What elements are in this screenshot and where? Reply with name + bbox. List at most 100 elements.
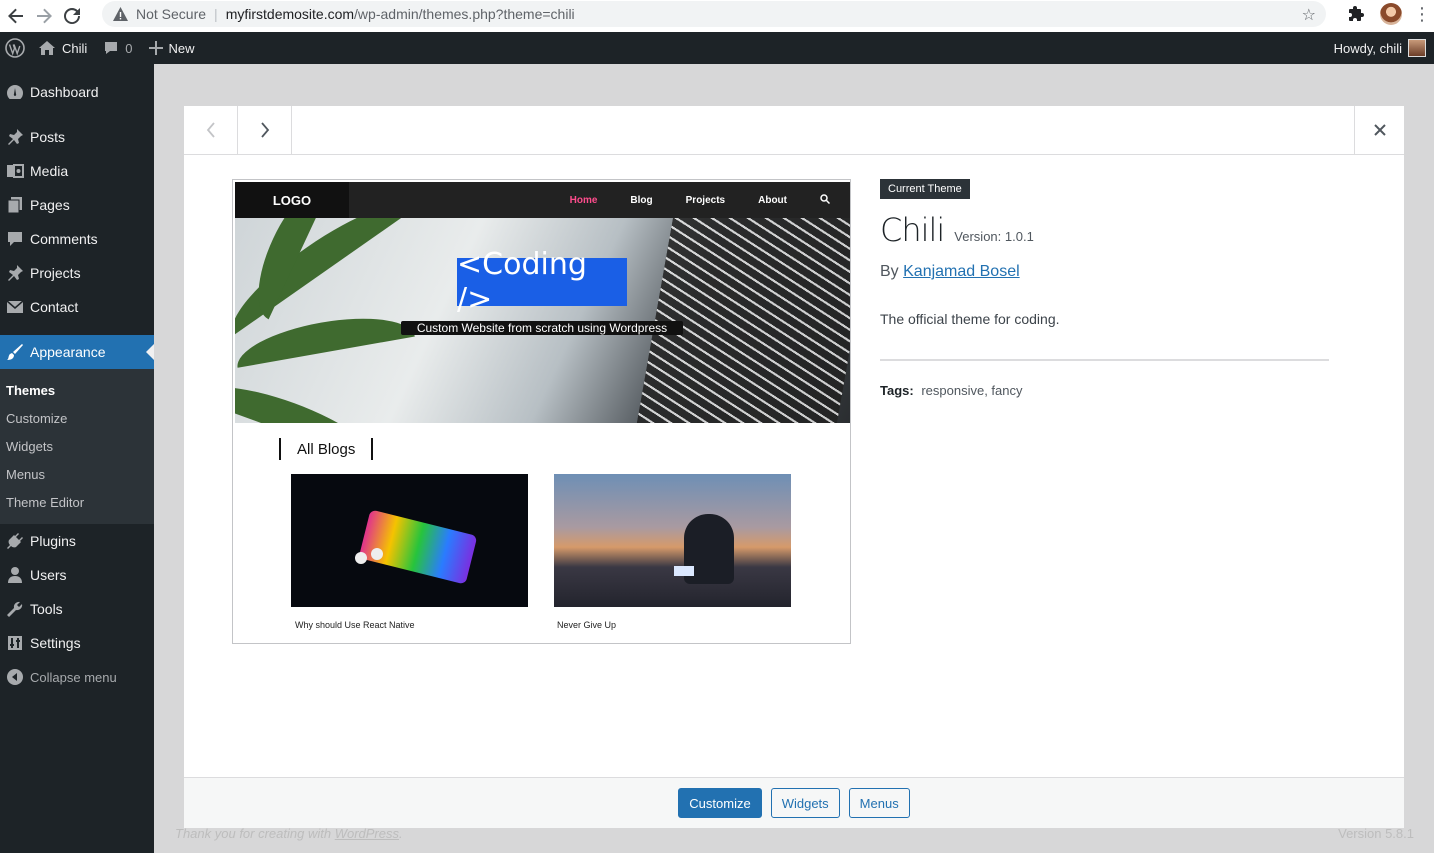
url-host: myfirstdemosite.com [225, 6, 355, 22]
theme-name: Chili [880, 211, 945, 249]
sidebar-item-label: Projects [30, 265, 81, 281]
preview-post-image [291, 474, 528, 607]
menus-button[interactable]: Menus [848, 788, 910, 818]
submenu-item-theme-editor[interactable]: Theme Editor [0, 488, 154, 516]
sidebar-item-users[interactable]: Users [0, 558, 154, 592]
preview-hero-subtitle: Custom Website from scratch using Wordpr… [401, 321, 683, 335]
submenu-item-menus[interactable]: Menus [0, 460, 154, 488]
sidebar-item-label: Dashboard [30, 84, 99, 100]
comments-count: 0 [125, 40, 133, 56]
sidebar-item-label: Appearance [30, 344, 106, 360]
collapse-menu-button[interactable]: Collapse menu [0, 660, 154, 694]
submenu-item-widgets[interactable]: Widgets [0, 432, 154, 460]
footer-wordpress-link[interactable]: WordPress [335, 826, 399, 841]
widgets-button[interactable]: Widgets [770, 788, 840, 818]
preview-post-image [554, 474, 791, 607]
my-account[interactable]: Howdy, chili [1334, 32, 1434, 64]
theme-author-by: By [880, 263, 904, 280]
address-bar[interactable]: Not Secure | myfirstdemosite.com/wp-admi… [102, 1, 1326, 27]
wordpress-logo-icon[interactable] [0, 32, 30, 64]
phone-graphic [358, 509, 478, 585]
preview-logo: LOGO [235, 182, 349, 218]
sidebar-item-label: Plugins [30, 533, 76, 549]
sidebar-item-dashboard[interactable]: Dashboard [0, 75, 154, 109]
preview-nav-blog: Blog [630, 194, 653, 206]
forward-icon[interactable] [30, 2, 58, 30]
profile-avatar[interactable] [1380, 3, 1402, 25]
preview-nav-projects: Projects [685, 194, 726, 206]
mail-icon [4, 297, 26, 317]
preview-section-title: All Blogs [279, 438, 374, 460]
preview-post-caption: Never Give Up [557, 620, 617, 630]
theme-author: By Kanjamad Bosel [880, 263, 1330, 281]
submenu-item-themes[interactable]: Themes [0, 376, 154, 404]
sidebar-item-media[interactable]: Media [0, 154, 154, 188]
collapse-arrow-icon [4, 669, 26, 685]
preview-hero-title: <Coding /> [457, 247, 627, 317]
home-icon [38, 40, 56, 56]
warning-icon [112, 6, 128, 22]
extensions-puzzle-icon[interactable] [1342, 6, 1372, 22]
new-content-link[interactable]: New [141, 32, 203, 64]
close-modal-button[interactable] [1354, 106, 1404, 154]
theme-description: The official theme for coding. [880, 311, 1060, 327]
preview-nav-home: Home [569, 194, 598, 206]
brush-icon [4, 342, 26, 362]
browser-menu-icon[interactable]: ⋮ [1410, 4, 1434, 25]
user-avatar [1408, 39, 1426, 57]
sidebar-item-settings[interactable]: Settings [0, 626, 154, 660]
theme-info: Current Theme Chili Version: 1.0.1 By Ka… [880, 179, 1330, 398]
close-icon [1373, 124, 1386, 136]
url-path: /wp-admin/themes.php?theme=chili [354, 6, 575, 22]
appearance-submenu: Themes Customize Widgets Menus Theme Edi… [0, 369, 154, 524]
media-icon [4, 161, 26, 181]
plant-leaf-graphic [235, 306, 415, 368]
users-icon [4, 565, 26, 585]
pages-icon [4, 195, 26, 215]
dashboard-icon [4, 82, 26, 102]
footer-thanks-end: . [399, 826, 403, 841]
theme-author-link[interactable]: Kanjamad Bosel [903, 263, 1020, 280]
previous-theme-button[interactable] [184, 106, 238, 154]
sidebar-item-plugins[interactable]: Plugins [0, 524, 154, 558]
back-icon[interactable] [2, 2, 30, 30]
settings-icon [4, 633, 26, 653]
theme-tags: Tags: responsive, fancy [880, 383, 1330, 398]
plugin-icon [4, 531, 26, 551]
pin-icon [4, 127, 26, 147]
footer-version: Version 5.8.1 [1338, 826, 1414, 841]
sidebar-item-comments[interactable]: Comments [0, 222, 154, 256]
pin-icon [4, 263, 26, 283]
sidebar-item-appearance[interactable]: Appearance [0, 335, 154, 369]
sidebar-item-label: Posts [30, 129, 66, 145]
browser-actions: ⋮ [1342, 0, 1434, 28]
customize-button[interactable]: Customize [678, 788, 762, 818]
wrench-icon [4, 599, 26, 619]
sidebar-item-label: Users [30, 567, 67, 583]
comment-bubble-icon [103, 40, 119, 56]
theme-screenshot: LOGO Home Blog Projects About <Coding />… [232, 179, 851, 644]
next-theme-button[interactable] [238, 106, 292, 154]
admin-sidebar: Dashboard Posts Media Pages Comments Pro… [0, 64, 154, 853]
modal-header [184, 106, 1404, 155]
bookmark-star-icon[interactable]: ☆ [1302, 5, 1316, 25]
theme-name-row: Chili Version: 1.0.1 [880, 211, 1330, 249]
sidebar-item-tools[interactable]: Tools [0, 592, 154, 626]
plant-leaf-graphic [235, 368, 389, 423]
address-separator: | [214, 6, 218, 22]
sidebar-item-projects[interactable]: Projects [0, 256, 154, 290]
comment-icon [4, 229, 26, 249]
site-name-link[interactable]: Chili [30, 32, 95, 64]
howdy-text: Howdy, chili [1333, 40, 1402, 56]
sidebar-item-contact[interactable]: Contact [0, 290, 154, 324]
sidebar-item-posts[interactable]: Posts [0, 120, 154, 154]
submenu-item-customize[interactable]: Customize [0, 404, 154, 432]
url-text: myfirstdemosite.com/wp-admin/themes.php?… [226, 6, 575, 22]
wp-admin-bar: Chili 0 New Howdy, chili [0, 32, 1434, 64]
reload-icon[interactable] [58, 2, 86, 30]
theme-version: Version: 1.0.1 [954, 229, 1034, 244]
sidebar-item-label: Media [30, 163, 69, 179]
sidebar-item-pages[interactable]: Pages [0, 188, 154, 222]
security-label: Not Secure [136, 6, 207, 22]
comments-link[interactable]: 0 [95, 32, 140, 64]
